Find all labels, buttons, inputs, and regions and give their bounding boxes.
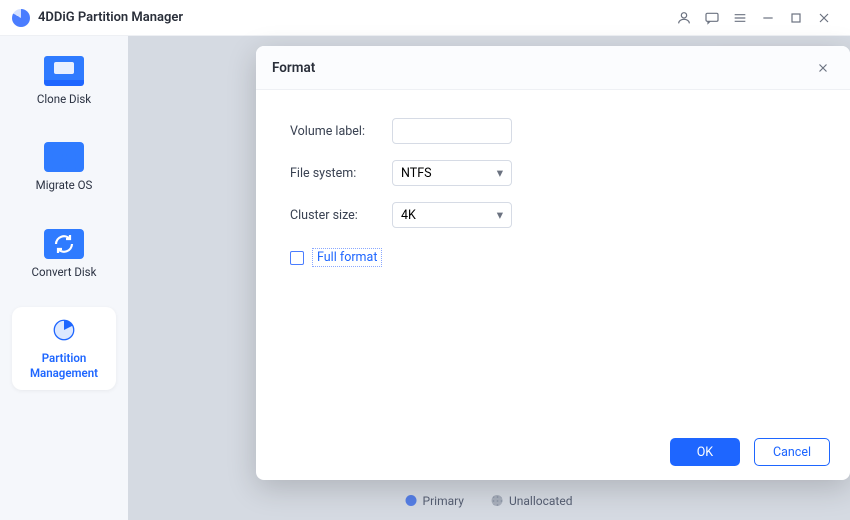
file-system-label: File system: (290, 166, 378, 181)
file-system-value: NTFS (401, 166, 432, 181)
file-system-select[interactable]: NTFS ▾ (392, 160, 512, 186)
dialog-header: Format (256, 46, 850, 90)
cluster-size-select[interactable]: 4K ▾ (392, 202, 512, 228)
ok-button[interactable]: OK (670, 438, 740, 466)
sidebar-item-partition-management[interactable]: Partition Management (12, 307, 116, 390)
partition-management-icon (44, 315, 84, 345)
dialog-close-icon[interactable] (812, 57, 834, 79)
sidebar-item-label: Convert Disk (16, 265, 112, 279)
main-area: Clone Disk Migrate OS Convert Disk Parti… (0, 36, 850, 520)
close-icon[interactable] (810, 4, 838, 32)
volume-label-label: Volume label: (290, 124, 378, 139)
cancel-button[interactable]: Cancel (754, 438, 830, 466)
sidebar-item-label: Clone Disk (16, 92, 112, 106)
sidebar-item-label: Partition Management (16, 351, 112, 380)
sidebar-item-clone-disk[interactable]: Clone Disk (12, 48, 116, 116)
app-logo-icon (12, 9, 30, 27)
sidebar-item-label: Migrate OS (16, 178, 112, 192)
minimize-icon[interactable] (754, 4, 782, 32)
sidebar: Clone Disk Migrate OS Convert Disk Parti… (0, 36, 128, 520)
sidebar-item-migrate-os[interactable]: Migrate OS (12, 134, 116, 202)
format-dialog: Format Volume label: File system: NTFS ▾ (256, 46, 850, 480)
dialog-body: Volume label: File system: NTFS ▾ Cluste… (256, 90, 850, 424)
maximize-icon[interactable] (782, 4, 810, 32)
cluster-size-value: 4K (401, 208, 416, 223)
brand: 4DDiG Partition Manager (12, 9, 183, 27)
cluster-size-label: Cluster size: (290, 208, 378, 223)
hamburger-menu-icon[interactable] (726, 4, 754, 32)
clone-disk-icon (44, 56, 84, 86)
app-title: 4DDiG Partition Manager (38, 10, 183, 25)
sidebar-item-convert-disk[interactable]: Convert Disk (12, 221, 116, 289)
dialog-footer: OK Cancel (256, 424, 850, 480)
chevron-down-icon: ▾ (497, 207, 503, 223)
user-icon[interactable] (670, 4, 698, 32)
migrate-os-icon (44, 142, 84, 172)
title-bar: 4DDiG Partition Manager (0, 0, 850, 36)
feedback-icon[interactable] (698, 4, 726, 32)
convert-disk-icon (44, 229, 84, 259)
chevron-down-icon: ▾ (497, 165, 503, 181)
content-area: Migrate OS Resize/Move Split Merge Delet… (128, 36, 850, 520)
dialog-title: Format (272, 60, 315, 76)
full-format-label[interactable]: Full format (312, 248, 382, 267)
full-format-checkbox[interactable] (290, 251, 304, 265)
volume-label-input[interactable] (392, 118, 512, 144)
